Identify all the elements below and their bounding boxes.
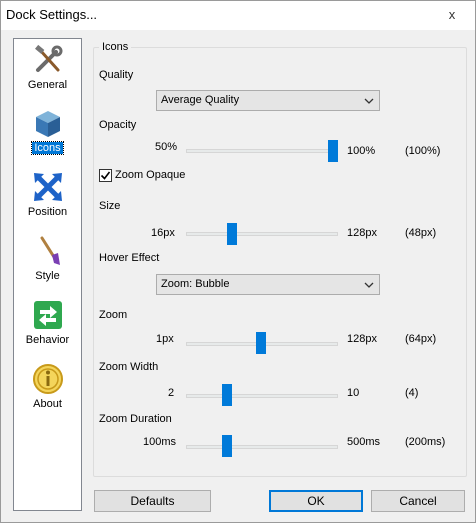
opacity-value-label: (100%) [405,145,441,157]
size-slider-track[interactable] [186,232,338,236]
sidebar-item-position[interactable]: Position [14,169,81,231]
zoom-duration-max-label: 500ms [347,436,381,448]
title-bar: Dock Settings... x [1,1,475,30]
size-min-label: 16px [151,227,175,239]
zoom-max-label: 128px [347,333,377,345]
size-slider-thumb[interactable] [226,223,237,245]
zoom-width-value-label: (4) [405,387,419,399]
tools-icon [35,44,63,72]
opacity-max-label: 100% [347,145,376,157]
defaults-button[interactable]: Defaults [94,490,211,512]
sidebar-item-behavior[interactable]: Behavior [14,297,81,359]
window-title: Dock Settings... [6,7,98,22]
sidebar-item-icons[interactable]: Icons [14,105,81,167]
info-icon [33,364,63,394]
group-title: Icons [99,41,132,53]
settings-sidebar: General Icons Position Style Behavior Ab… [13,38,82,511]
zoom-duration-min-label: 100ms [143,436,177,448]
zoom-duration-slider-thumb[interactable] [221,435,232,457]
sidebar-item-label: Icons [31,141,64,155]
quality-label: Quality [99,69,134,81]
hover-effect-value: Zoom: Bubble [161,278,230,290]
sidebar-item-label: About [33,398,62,410]
size-max-label: 128px [347,227,377,239]
swap-arrows-icon [34,301,62,329]
size-label: Size [99,200,121,212]
cancel-button[interactable]: Cancel [371,490,465,512]
sidebar-item-general[interactable]: General [14,42,81,104]
opacity-min-label: 50% [155,141,178,153]
chevron-down-icon [364,98,374,104]
sidebar-item-label: Style [35,270,60,282]
hover-effect-dropdown[interactable]: Zoom: Bubble [156,274,380,295]
sidebar-item-label: Position [27,206,68,218]
paintbrush-icon [40,236,60,265]
sidebar-item-about[interactable]: About [14,361,81,423]
size-value-label: (48px) [405,227,437,239]
zoom-width-min-label: 2 [168,387,175,399]
zoom-label: Zoom [99,309,128,321]
quality-value: Average Quality [161,94,240,106]
zoom-opaque-label[interactable]: Zoom Opaque [115,169,185,181]
chevron-down-icon [364,282,374,288]
zoom-opaque-checkbox[interactable] [99,169,112,182]
sidebar-item-label: Behavior [25,334,70,346]
sidebar-item-label: General [27,79,68,91]
checkmark-icon [100,171,111,180]
zoom-width-slider-thumb[interactable] [221,384,232,406]
zoom-duration-value-label: (200ms) [405,436,446,448]
close-button[interactable]: x [437,5,467,25]
zoom-duration-slider-track[interactable] [186,445,338,449]
opacity-label: Opacity [99,119,137,131]
zoom-slider-thumb[interactable] [256,332,267,354]
move-arrows-icon [34,173,62,201]
ok-button[interactable]: OK [269,490,363,512]
zoom-width-label: Zoom Width [99,361,159,373]
zoom-width-slider-track[interactable] [186,394,338,398]
quality-dropdown[interactable]: Average Quality [156,90,380,111]
box-icon [36,111,60,137]
zoom-duration-label: Zoom Duration [99,413,172,425]
zoom-value-label: (64px) [405,333,437,345]
zoom-width-max-label: 10 [347,387,360,399]
opacity-slider-track[interactable] [186,149,338,153]
zoom-min-label: 1px [156,333,174,345]
dock-settings-window: Dock Settings... x General Icons Positio… [0,0,476,523]
sidebar-item-style[interactable]: Style [14,233,81,295]
hover-effect-label: Hover Effect [99,252,160,264]
opacity-slider-thumb[interactable] [328,140,338,162]
